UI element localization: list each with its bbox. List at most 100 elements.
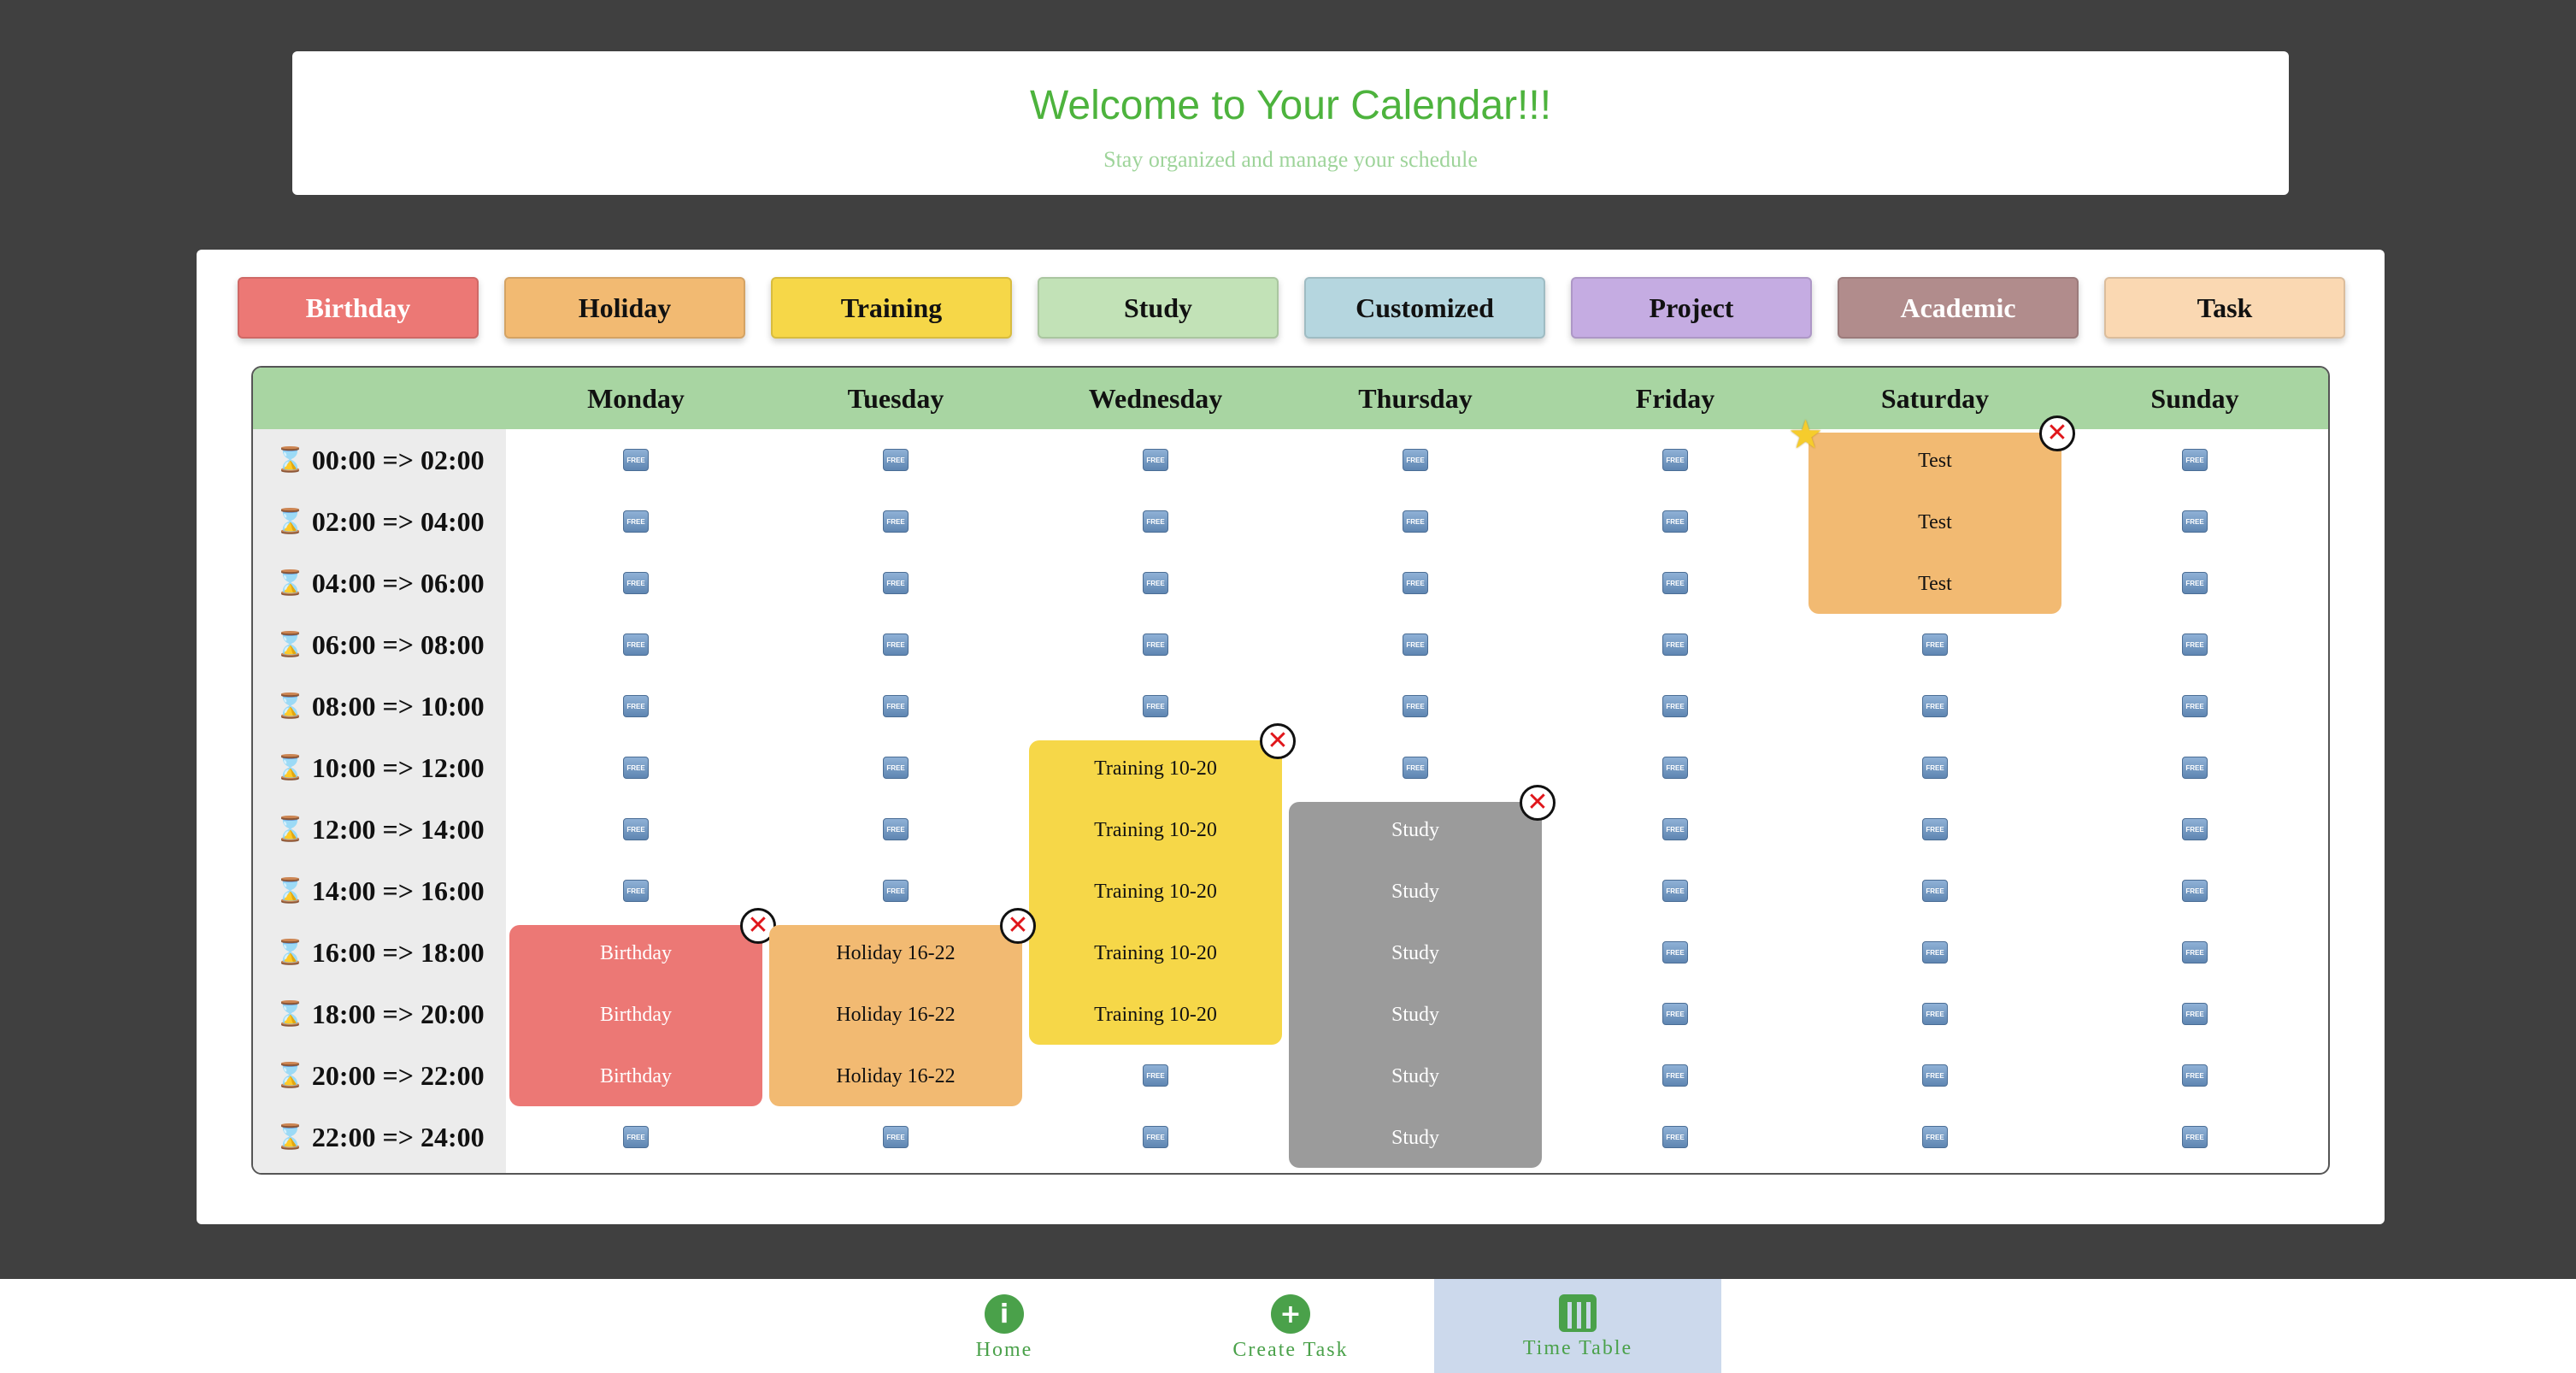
free-slot-icon[interactable]: FREE bbox=[1922, 1126, 1948, 1148]
category-button-project[interactable]: Project bbox=[1571, 277, 1812, 339]
free-slot-icon[interactable]: FREE bbox=[1662, 1003, 1688, 1025]
event-label: Holiday 16-22 bbox=[836, 1065, 956, 1087]
category-button-holiday[interactable]: Holiday bbox=[504, 277, 745, 339]
free-slot-icon[interactable]: FREE bbox=[1922, 695, 1948, 717]
free-slot-icon[interactable]: FREE bbox=[623, 1126, 649, 1148]
nav-item-time-table[interactable]: Time Table bbox=[1434, 1279, 1721, 1373]
free-slot-icon[interactable]: FREE bbox=[1403, 695, 1428, 717]
free-slot-icon[interactable]: FREE bbox=[883, 510, 909, 533]
time-slot-label: ⌛ 18:00 => 20:00 bbox=[253, 983, 506, 1045]
free-slot-icon[interactable]: FREE bbox=[1403, 449, 1428, 471]
star-icon[interactable]: ★ bbox=[1788, 415, 1823, 455]
free-slot-icon[interactable]: FREE bbox=[623, 633, 649, 656]
event-block[interactable]: Holiday 16-22 Holiday 16-22 Holiday 16-22 bbox=[769, 925, 1022, 1106]
free-slot-icon[interactable]: FREE bbox=[1662, 1064, 1688, 1087]
category-button-training[interactable]: Training bbox=[771, 277, 1012, 339]
event-block[interactable]: Training 10-20 Training 10-20 Training 10-… bbox=[1029, 740, 1282, 1045]
free-slot-icon[interactable]: FREE bbox=[623, 449, 649, 471]
free-slot-icon[interactable]: FREE bbox=[1662, 880, 1688, 902]
free-slot-icon[interactable]: FREE bbox=[1922, 1003, 1948, 1025]
delete-event-button[interactable]: ✕ bbox=[1260, 723, 1296, 759]
plus-icon: + bbox=[1271, 1294, 1310, 1334]
free-slot-icon[interactable]: FREE bbox=[2182, 1064, 2208, 1087]
free-slot-icon[interactable]: FREE bbox=[883, 757, 909, 779]
time-slot-text: 06:00 => 08:00 bbox=[311, 628, 485, 660]
nav-item-home[interactable]: i Home bbox=[861, 1279, 1148, 1373]
free-slot-icon[interactable]: FREE bbox=[623, 757, 649, 779]
free-slot-icon[interactable]: FREE bbox=[1662, 633, 1688, 656]
category-button-academic[interactable]: Academic bbox=[1838, 277, 2079, 339]
free-slot-icon[interactable]: FREE bbox=[2182, 449, 2208, 471]
free-slot-icon[interactable]: FREE bbox=[1143, 1064, 1168, 1087]
event-block[interactable]: Study Study Study Study Study Study bbox=[1289, 802, 1542, 1168]
free-slot-icon[interactable]: FREE bbox=[883, 818, 909, 840]
free-slot-icon[interactable]: FREE bbox=[2182, 818, 2208, 840]
free-slot-icon[interactable]: FREE bbox=[1143, 510, 1168, 533]
event-block[interactable]: Birthday Birthday Birthday bbox=[509, 925, 762, 1106]
delete-event-button[interactable]: ✕ bbox=[1000, 908, 1036, 944]
free-slot-icon[interactable]: FREE bbox=[1403, 572, 1428, 594]
free-slot-icon[interactable]: FREE bbox=[623, 572, 649, 594]
timetable-header: Monday Tuesday Wednesday Thursday Friday Satu… bbox=[253, 368, 2328, 429]
delete-event-button[interactable]: ✕ bbox=[1520, 785, 1556, 821]
free-slot-icon[interactable]: FREE bbox=[1662, 510, 1688, 533]
free-slot-icon[interactable]: FREE bbox=[623, 695, 649, 717]
free-slot-icon[interactable]: FREE bbox=[1662, 449, 1688, 471]
hourglass-icon: ⌛ bbox=[275, 693, 305, 720]
free-slot-icon[interactable]: FREE bbox=[883, 633, 909, 656]
free-slot-icon[interactable]: FREE bbox=[1143, 449, 1168, 471]
free-slot-icon[interactable]: FREE bbox=[1662, 695, 1688, 717]
free-slot-icon[interactable]: FREE bbox=[883, 695, 909, 717]
time-column: ⌛ 00:00 => 02:00 ⌛ 02:00 => 04:00 ⌛ 04:00 => … bbox=[253, 429, 506, 1173]
free-slot-icon[interactable]: FREE bbox=[2182, 757, 2208, 779]
time-slot-text: 10:00 => 12:00 bbox=[311, 751, 485, 783]
free-slot-icon[interactable]: FREE bbox=[2182, 510, 2208, 533]
day-header-friday: Friday bbox=[1635, 382, 1715, 414]
free-slot-icon[interactable]: FREE bbox=[2182, 880, 2208, 902]
free-slot-icon[interactable]: FREE bbox=[883, 449, 909, 471]
free-slot-icon[interactable]: FREE bbox=[1403, 633, 1428, 656]
time-slot-text: 00:00 => 02:00 bbox=[311, 444, 485, 475]
free-slot-icon[interactable]: FREE bbox=[1143, 1126, 1168, 1148]
free-slot-icon[interactable]: FREE bbox=[1662, 572, 1688, 594]
free-slot-icon[interactable]: FREE bbox=[1662, 818, 1688, 840]
free-slot-icon[interactable]: FREE bbox=[1143, 695, 1168, 717]
free-slot-icon[interactable]: FREE bbox=[1922, 818, 1948, 840]
bottom-nav: i Home + Create Task Time Table bbox=[0, 1279, 2576, 1373]
free-slot-icon[interactable]: FREE bbox=[883, 1126, 909, 1148]
free-slot-icon[interactable]: FREE bbox=[1403, 757, 1428, 779]
free-slot-icon[interactable]: FREE bbox=[2182, 695, 2208, 717]
event-block[interactable]: Test Test Test bbox=[1808, 433, 2061, 614]
free-slot-icon[interactable]: FREE bbox=[1143, 572, 1168, 594]
free-slot-icon[interactable]: FREE bbox=[2182, 633, 2208, 656]
free-slot-icon[interactable]: FREE bbox=[1662, 941, 1688, 963]
free-slot-icon[interactable]: FREE bbox=[1662, 1126, 1688, 1148]
free-slot-icon[interactable]: FREE bbox=[883, 880, 909, 902]
event-label: Test bbox=[1918, 511, 1952, 533]
nav-item-create-task[interactable]: + Create Task bbox=[1147, 1279, 1434, 1373]
free-slot-icon[interactable]: FREE bbox=[623, 510, 649, 533]
free-slot-icon[interactable]: FREE bbox=[2182, 941, 2208, 963]
free-slot-icon[interactable]: FREE bbox=[2182, 572, 2208, 594]
category-button-task[interactable]: Task bbox=[2104, 277, 2345, 339]
nav-item-label: Time Table bbox=[1522, 1337, 1633, 1359]
free-slot-icon[interactable]: FREE bbox=[1143, 633, 1168, 656]
delete-event-button[interactable]: ✕ bbox=[2039, 415, 2075, 451]
day-header-monday: Monday bbox=[587, 382, 685, 414]
free-slot-icon[interactable]: FREE bbox=[623, 880, 649, 902]
free-slot-icon[interactable]: FREE bbox=[1662, 757, 1688, 779]
free-slot-icon[interactable]: FREE bbox=[883, 572, 909, 594]
category-button-study[interactable]: Study bbox=[1038, 277, 1279, 339]
category-button-customized[interactable]: Customized bbox=[1304, 277, 1545, 339]
free-slot-icon[interactable]: FREE bbox=[1922, 633, 1948, 656]
free-slot-icon[interactable]: FREE bbox=[1922, 757, 1948, 779]
free-slot-icon[interactable]: FREE bbox=[623, 818, 649, 840]
info-icon: i bbox=[985, 1294, 1024, 1334]
free-slot-icon[interactable]: FREE bbox=[1922, 941, 1948, 963]
free-slot-icon[interactable]: FREE bbox=[1403, 510, 1428, 533]
category-button-birthday[interactable]: Birthday bbox=[238, 277, 479, 339]
free-slot-icon[interactable]: FREE bbox=[1922, 880, 1948, 902]
free-slot-icon[interactable]: FREE bbox=[2182, 1003, 2208, 1025]
free-slot-icon[interactable]: FREE bbox=[2182, 1126, 2208, 1148]
free-slot-icon[interactable]: FREE bbox=[1922, 1064, 1948, 1087]
